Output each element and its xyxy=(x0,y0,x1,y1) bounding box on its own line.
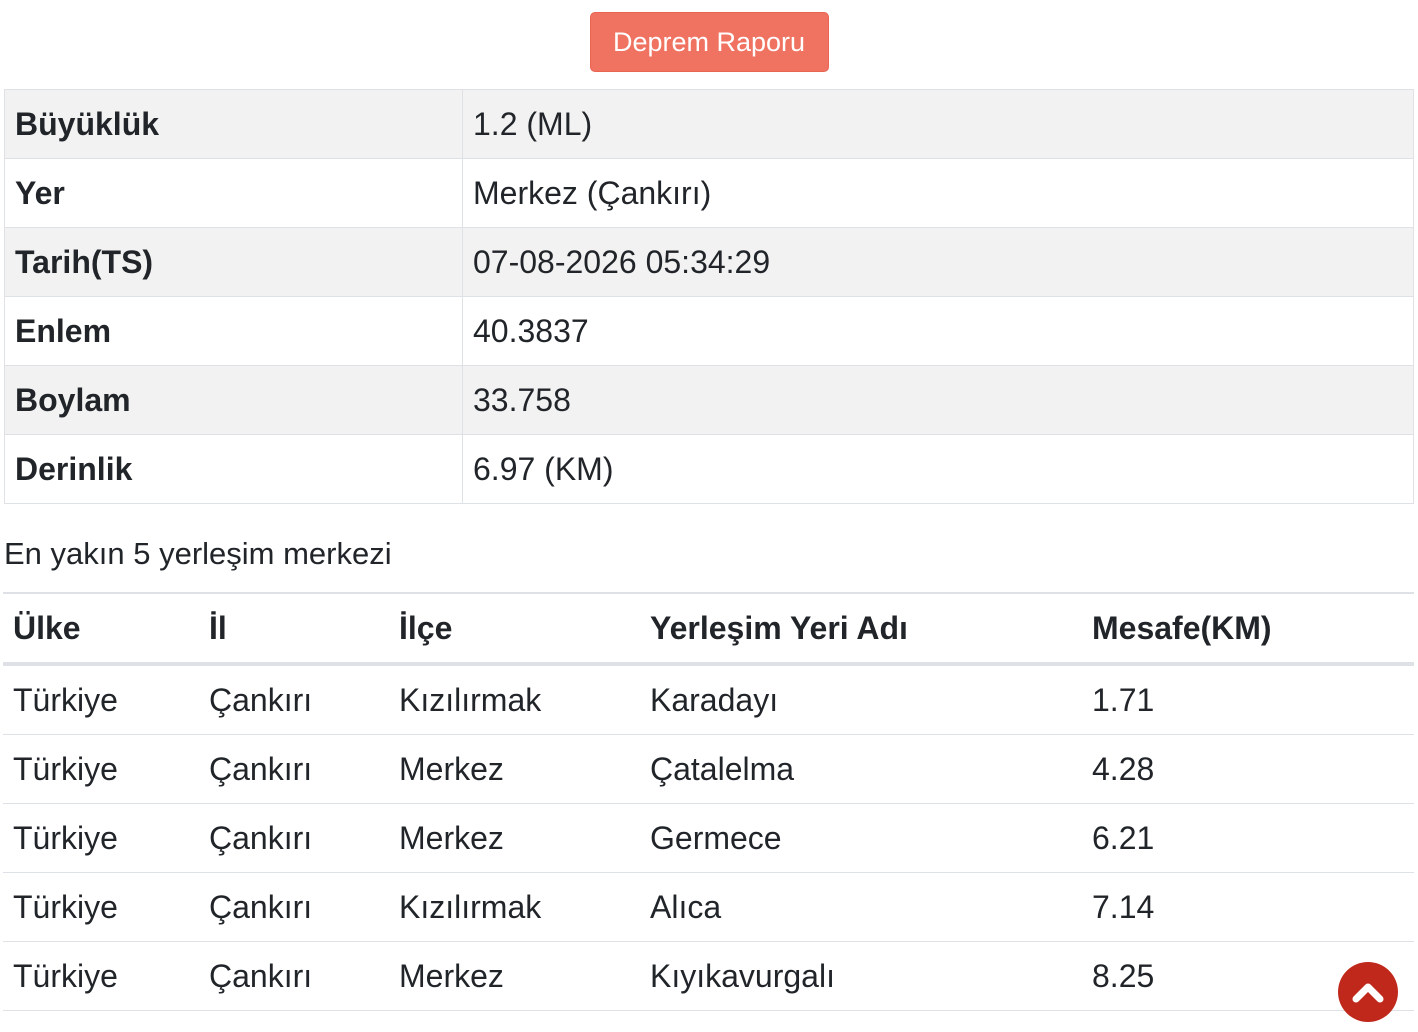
detail-row-depth: Derinlik 6.97 (KM) xyxy=(4,434,1414,504)
cell-country: Türkiye xyxy=(3,803,199,873)
detail-value: 1.2 (ML) xyxy=(462,89,1414,159)
detail-value: 07-08-2026 05:34:29 xyxy=(462,227,1414,297)
cell-distance: 6.21 xyxy=(1082,803,1414,873)
detail-key: Derinlik xyxy=(4,434,463,504)
table-row: Türkiye Çankırı Kızılırmak Karadayı 1.71 xyxy=(3,664,1414,735)
cell-settlement: Karadayı xyxy=(640,664,1082,735)
detail-key: Büyüklük xyxy=(4,89,463,159)
detail-row-magnitude: Büyüklük 1.2 (ML) xyxy=(4,89,1414,159)
cell-province: Çankırı xyxy=(199,872,389,942)
detail-value: 33.758 xyxy=(462,365,1414,435)
cell-settlement: Alıca xyxy=(640,872,1082,942)
detail-row-latitude: Enlem 40.3837 xyxy=(4,296,1414,366)
cell-distance: 7.14 xyxy=(1082,872,1414,942)
report-button-bar: Deprem Raporu xyxy=(0,12,1418,72)
scroll-to-top-button[interactable] xyxy=(1338,962,1398,1022)
detail-row-longitude: Boylam 33.758 xyxy=(4,365,1414,435)
cell-province: Çankırı xyxy=(199,734,389,804)
table-row: Türkiye Çankırı Merkez Çatalelma 4.28 xyxy=(3,734,1414,804)
detail-value: 6.97 (KM) xyxy=(462,434,1414,504)
cell-country: Türkiye xyxy=(3,941,199,1011)
cell-province: Çankırı xyxy=(199,664,389,735)
detail-value: 40.3837 xyxy=(462,296,1414,366)
detail-key: Tarih(TS) xyxy=(4,227,463,297)
cell-province: Çankırı xyxy=(199,941,389,1011)
table-header-row: Ülke İl İlçe Yerleşim Yeri Adı Mesafe(KM… xyxy=(3,592,1414,666)
column-header-province: İl xyxy=(199,592,389,666)
table-row: Türkiye Çankırı Merkez Kıyıkavurgalı 8.2… xyxy=(3,941,1414,1011)
deprem-raporu-button[interactable]: Deprem Raporu xyxy=(589,12,829,72)
detail-value: Merkez (Çankırı) xyxy=(462,158,1414,228)
table-row: Türkiye Çankırı Kızılırmak Alıca 7.14 xyxy=(3,872,1414,942)
column-header-country: Ülke xyxy=(3,592,199,666)
detail-row-date: Tarih(TS) 07-08-2026 05:34:29 xyxy=(4,227,1414,297)
cell-settlement: Çatalelma xyxy=(640,734,1082,804)
detail-key: Yer xyxy=(4,158,463,228)
cell-distance: 1.71 xyxy=(1082,664,1414,735)
cell-district: Kızılırmak xyxy=(389,664,640,735)
cell-district: Kızılırmak xyxy=(389,872,640,942)
cell-district: Merkez xyxy=(389,734,640,804)
cell-country: Türkiye xyxy=(3,664,199,735)
nearest-settlements-title: En yakın 5 yerleşim merkezi xyxy=(4,536,392,571)
chevron-up-icon xyxy=(1352,983,1384,1003)
cell-settlement: Germece xyxy=(640,803,1082,873)
detail-key: Boylam xyxy=(4,365,463,435)
earthquake-details-table: Büyüklük 1.2 (ML) Yer Merkez (Çankırı) T… xyxy=(4,89,1414,504)
cell-district: Merkez xyxy=(389,941,640,1011)
cell-settlement: Kıyıkavurgalı xyxy=(640,941,1082,1011)
cell-district: Merkez xyxy=(389,803,640,873)
detail-key: Enlem xyxy=(4,296,463,366)
cell-country: Türkiye xyxy=(3,872,199,942)
detail-row-location: Yer Merkez (Çankırı) xyxy=(4,158,1414,228)
cell-province: Çankırı xyxy=(199,803,389,873)
column-header-district: İlçe xyxy=(389,592,640,666)
column-header-settlement: Yerleşim Yeri Adı xyxy=(640,592,1082,666)
table-row: Türkiye Çankırı Merkez Germece 6.21 xyxy=(3,803,1414,873)
nearest-settlements-table: Ülke İl İlçe Yerleşim Yeri Adı Mesafe(KM… xyxy=(3,592,1414,1011)
cell-distance: 4.28 xyxy=(1082,734,1414,804)
column-header-distance: Mesafe(KM) xyxy=(1082,592,1414,666)
cell-country: Türkiye xyxy=(3,734,199,804)
